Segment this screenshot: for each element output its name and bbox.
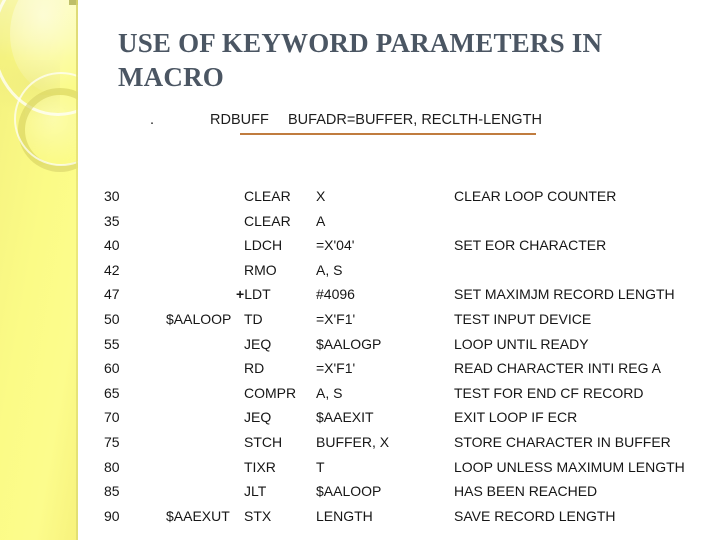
code-opcode: LDCH (244, 237, 283, 254)
code-operand: =X'04' (316, 237, 355, 254)
code-opcode: RMO (244, 261, 277, 278)
code-label: $AALOOP (166, 310, 232, 327)
code-label: $AAEXUT (166, 507, 230, 524)
code-label (166, 332, 244, 357)
code-label (166, 258, 244, 283)
code-operand: BUFFER, X (316, 433, 390, 450)
macro-parameters: BUFADR=BUFFER, RECLTH-LENGTH (288, 112, 542, 128)
code-label (166, 381, 244, 406)
macro-leading-mark: . (150, 112, 155, 128)
code-operand: A, S (316, 261, 343, 278)
code-row: 55 JEQ $AALOGP LOOP UNTIL READY (104, 332, 704, 357)
code-label (166, 209, 244, 234)
code-line-number: 50 (104, 310, 120, 327)
code-label (166, 233, 244, 258)
code-comment: STORE CHARACTER IN BUFFER (454, 433, 671, 450)
presentation-slide: USE OF KEYWORD PARAMETERS IN MACRO . RDBU… (0, 0, 720, 540)
code-opcode: CLEAR (244, 212, 291, 229)
code-row: 42 RMO A, S (104, 258, 704, 283)
code-line-number: 60 (104, 360, 120, 377)
extended-format-plus-icon: + (236, 286, 245, 303)
code-operand: A (316, 212, 326, 229)
code-line-number: 85 (104, 483, 120, 500)
code-opcode: JLT (244, 483, 267, 500)
code-operand: $AALOOP (316, 483, 382, 500)
code-operand: =X'F1' (316, 310, 356, 327)
code-row: 80 TIXR T LOOP UNLESS MAXIMUM LENGTH (104, 455, 704, 480)
code-line-number: 75 (104, 433, 120, 450)
code-comment: HAS BEEN REACHED (454, 483, 598, 500)
code-operand: A, S (316, 384, 343, 401)
code-opcode: STCH (244, 433, 283, 450)
code-operand: $AALOGP (316, 335, 382, 352)
code-opcode: +LDT (236, 282, 316, 307)
code-opcode: TD (244, 310, 263, 327)
code-comment: CLEAR LOOP COUNTER (454, 188, 617, 204)
code-operand: $AAEXIT (316, 409, 374, 426)
macro-underline (240, 133, 536, 135)
code-comment: LOOP UNTIL READY (454, 335, 589, 352)
code-row: 75 STCH BUFFER, X STORE CHARACTER IN BUFFER (104, 430, 704, 455)
code-label (166, 455, 244, 480)
code-opcode-text: LDT (244, 286, 271, 303)
code-row: 90 $AAEXUT STX LENGTH SAVE RECORD LENGTH (104, 504, 704, 529)
code-comment (454, 258, 704, 283)
code-comment: READ CHARACTER INTI REG A (454, 360, 661, 377)
code-opcode: JEQ (244, 409, 272, 426)
code-label (166, 405, 244, 430)
code-line-number: 42 (104, 261, 120, 278)
code-line-number: 80 (104, 458, 120, 475)
code-comment: SET EOR CHARACTER (454, 237, 607, 254)
code-label (166, 430, 244, 455)
code-row: 47 +LDT #4096 SET MAXIMJM RECORD LENGTH (104, 282, 704, 307)
code-comment: EXIT LOOP IF ECR (454, 409, 578, 426)
code-comment (454, 209, 704, 234)
code-row: 35 CLEAR A (104, 209, 704, 234)
code-operand: X (316, 188, 326, 204)
code-comment: LOOP UNLESS MAXIMUM LENGTH (454, 458, 685, 475)
code-line-number: 47 (104, 286, 120, 303)
code-comment: SAVE RECORD LENGTH (454, 507, 616, 524)
code-opcode: COMPR (244, 384, 297, 401)
code-row: 40 LDCH =X'04' SET EOR CHARACTER (104, 233, 704, 258)
code-row: 70 JEQ $AAEXIT EXIT LOOP IF ECR (104, 405, 704, 430)
code-opcode: STX (244, 507, 272, 524)
sidebar-top-band (0, 0, 78, 58)
code-opcode: RD (244, 360, 265, 377)
code-line-number: 40 (104, 237, 120, 254)
code-line-number: 65 (104, 384, 120, 401)
assembly-code-listing: 30 CLEAR X CLEAR LOOP COUNTER 35 CLEAR A 40 LDCH… (104, 184, 704, 528)
code-opcode: CLEAR (244, 188, 291, 204)
code-opcode: JEQ (244, 335, 272, 352)
code-comment: TEST INPUT DEVICE (454, 310, 592, 327)
code-operand: #4096 (316, 286, 355, 303)
decorative-sidebar (0, 0, 78, 540)
code-line-number: 35 (104, 212, 120, 229)
slide-title: USE OF KEYWORD PARAMETERS IN MACRO (118, 28, 603, 92)
code-line-number: 55 (104, 335, 120, 352)
code-line-number: 70 (104, 409, 120, 426)
code-label (166, 282, 244, 307)
code-row: 30 CLEAR X CLEAR LOOP COUNTER (104, 184, 704, 209)
code-operand: =X'F1' (316, 360, 356, 377)
code-row: 50 $AALOOP TD =X'F1' TEST INPUT DEVICE (104, 307, 704, 332)
code-operand: T (316, 458, 325, 475)
code-comment: SET MAXIMJM RECORD LENGTH (454, 286, 675, 303)
sidebar-right-edge (76, 0, 78, 540)
code-comment: TEST FOR END CF RECORD (454, 384, 644, 401)
code-line-number: 90 (104, 507, 120, 524)
code-label (166, 479, 244, 504)
code-row: 60 RD =X'F1' READ CHARACTER INTI REG A (104, 356, 704, 381)
code-opcode: TIXR (244, 458, 276, 475)
code-operand: LENGTH (316, 507, 373, 524)
code-row: 85 JLT $AALOOP HAS BEEN REACHED (104, 479, 704, 504)
macro-name: RDBUFF (210, 112, 269, 128)
code-row: 65 COMPR A, S TEST FOR END CF RECORD (104, 381, 704, 406)
code-label (166, 184, 244, 209)
code-label (166, 356, 244, 381)
code-line-number: 30 (104, 188, 120, 204)
